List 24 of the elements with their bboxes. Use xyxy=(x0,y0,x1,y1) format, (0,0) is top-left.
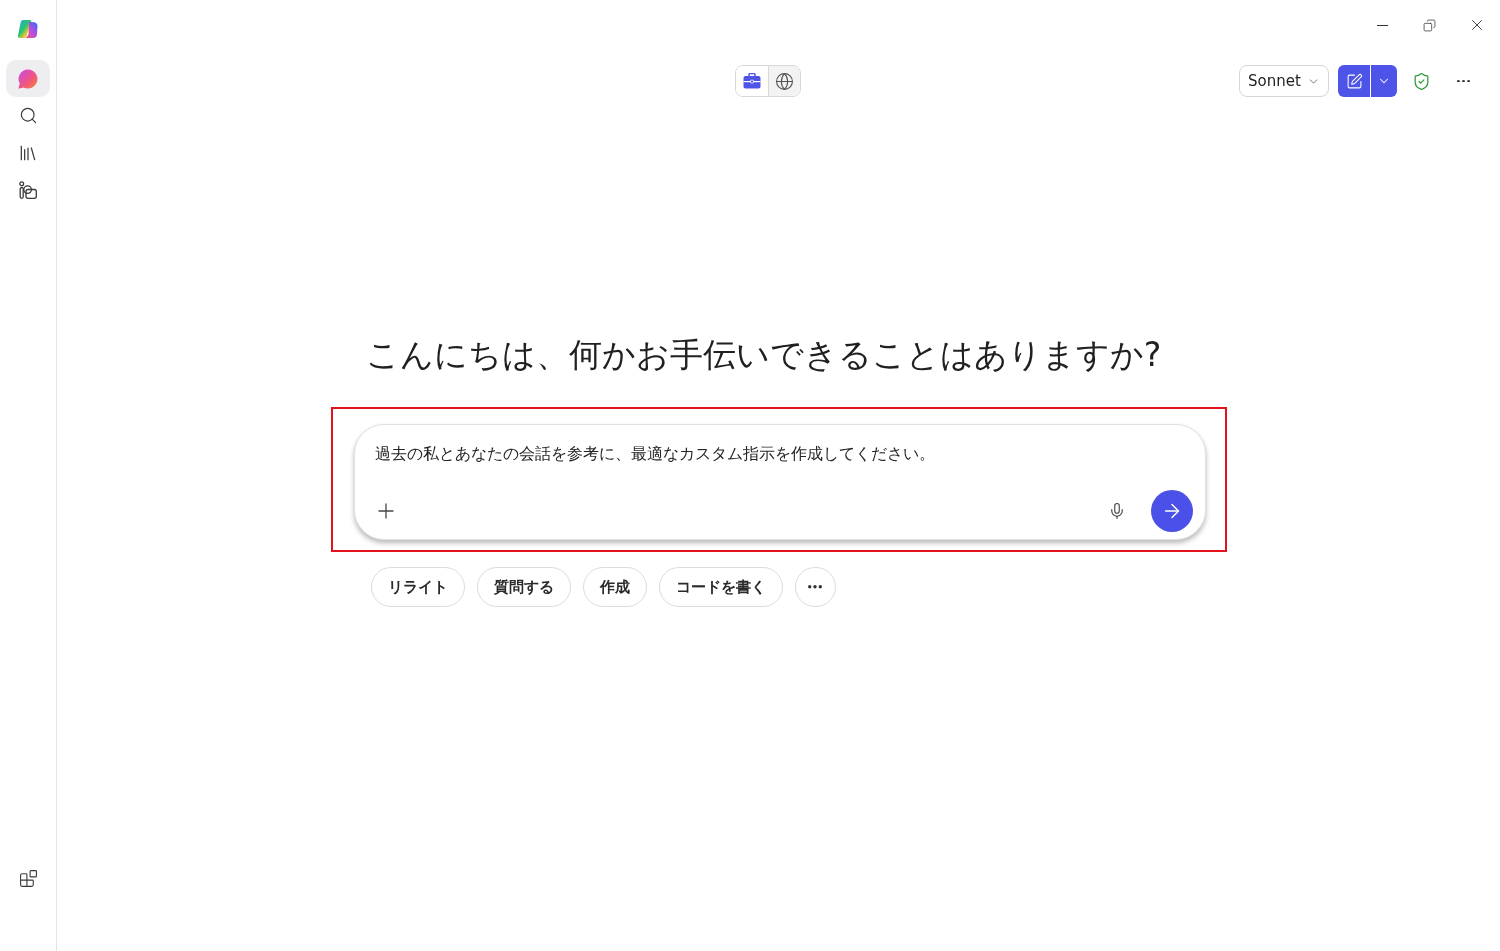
model-dropdown[interactable]: Sonnet xyxy=(1239,65,1329,97)
restore-icon xyxy=(1423,18,1436,32)
briefcase-icon xyxy=(743,73,761,89)
message-input[interactable]: 過去の私とあなたの会話を参考に、最適なカスタム指示を作成してください。 xyxy=(374,442,1193,466)
globe-icon xyxy=(775,71,794,91)
greeting-heading: こんにちは、何かお手伝いできることはありますか? xyxy=(365,334,1162,376)
apps-icon xyxy=(18,869,38,888)
send-button[interactable] xyxy=(1150,490,1193,532)
compose-icon xyxy=(1345,72,1363,90)
shapes-icon xyxy=(19,180,37,199)
more-icon xyxy=(1456,79,1470,83)
chat-bubble-icon xyxy=(18,68,38,89)
web-mode-tab[interactable] xyxy=(768,66,800,96)
suggestion-chip[interactable]: リライト xyxy=(370,567,465,607)
search-icon xyxy=(18,106,38,125)
suggestion-chip[interactable]: 質問する xyxy=(476,567,571,607)
more-icon xyxy=(808,585,822,589)
logo-icon xyxy=(17,19,39,39)
suggestion-chip[interactable]: 作成 xyxy=(582,567,647,607)
new-chat-button[interactable] xyxy=(1338,65,1370,97)
minimize-icon xyxy=(1377,24,1388,26)
suggestion-chip[interactable]: コードを書く xyxy=(658,567,783,607)
dropdown-button[interactable] xyxy=(1371,65,1397,97)
chat-nav-button[interactable] xyxy=(6,60,50,97)
